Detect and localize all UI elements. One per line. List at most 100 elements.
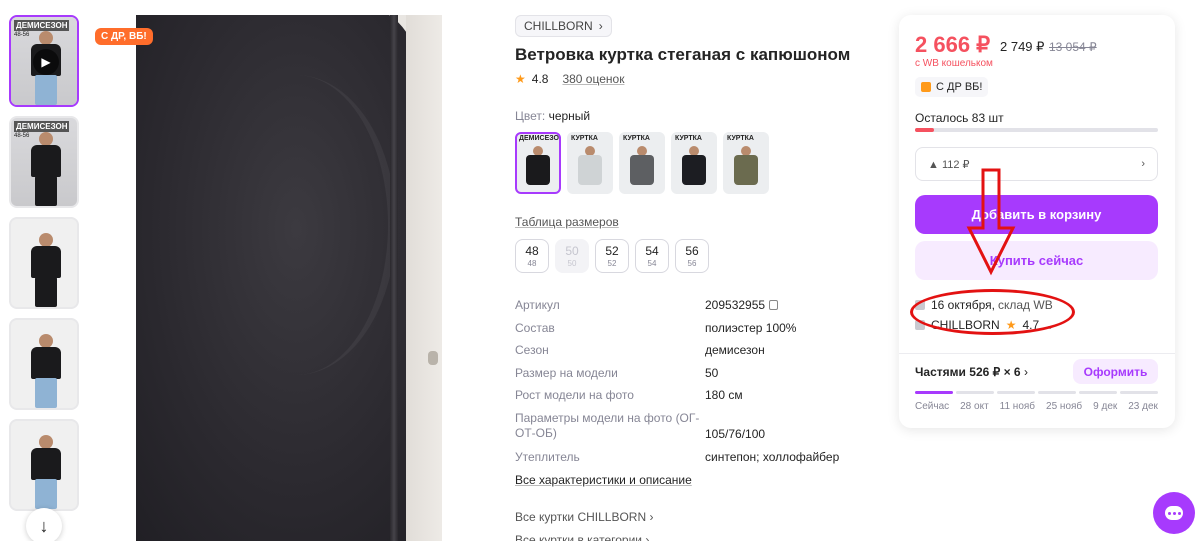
thumbnail-strip: ДЕМИСЕЗОН 48-56 ▶ ДЕМИСЕЗОН 48-56 (9, 15, 81, 520)
thumbnail-tag: ДЕМИСЕЗОН (14, 121, 70, 132)
size-ru: 48 (527, 259, 537, 268)
star-icon: ★ (515, 72, 526, 86)
model-figure (29, 435, 63, 509)
thumbnail[interactable] (9, 318, 79, 410)
spec-key: Рост модели на фото (515, 388, 634, 402)
rating-value: 4.8 (531, 72, 549, 86)
price-alt: 2 749 ₽ (1000, 39, 1045, 54)
swatch-tag: ДЕМИСЕЗОН (519, 135, 561, 142)
thumbnail[interactable] (9, 217, 79, 309)
spec-row: Сезон демисезон (515, 343, 855, 366)
size-ru: 54 (647, 259, 657, 268)
model-figure (29, 334, 63, 408)
size-option[interactable]: 56 56 (675, 239, 709, 273)
size-option[interactable]: 52 52 (595, 239, 629, 273)
thumbnail-video[interactable]: ДЕМИСЕЗОН 48-56 ▶ (9, 15, 79, 107)
thumbnail-sub: 48-56 (14, 133, 30, 139)
spec-row: Параметры модели на фото (ОГ-ОТ-ОБ) 105/… (515, 411, 855, 450)
thumbnail[interactable]: ДЕМИСЕЗОН 48-56 (9, 116, 79, 208)
arrow-down-icon[interactable]: ↓ (26, 508, 62, 541)
chat-button[interactable] (1153, 492, 1195, 534)
size-number: 50 (565, 244, 579, 258)
installments-dates: Сейчас 28 окт 11 нояб 25 нояб 9 дек 23 дек (915, 401, 1158, 412)
spec-value: синтепон; холлофайбер (705, 449, 840, 464)
spec-value: полиэстер 100% (705, 320, 797, 335)
product-page: ДЕМИСЕЗОН 48-56 ▶ ДЕМИСЕЗОН 48-56 ↓ С ДР… (0, 0, 1200, 541)
color-value: черный (548, 109, 591, 123)
thumbnail[interactable] (9, 419, 79, 511)
size-option[interactable]: 48 48 (515, 239, 549, 273)
annotation-highlight (910, 289, 1075, 335)
product-title: Ветровка куртка стеганая с капюшоном (515, 45, 851, 64)
stock-bar-fill (915, 128, 935, 132)
main-product-photo[interactable] (136, 15, 442, 541)
color-swatch[interactable]: КУРТКА (567, 132, 613, 194)
spec-value: демисезон (705, 343, 765, 357)
brand-name: CHILLBORN (524, 19, 593, 33)
thumbnail-tag: ДЕМИСЕЗОН (14, 20, 70, 31)
spec-row: Состав полиэстер 100% (515, 321, 855, 344)
spec-row: Размер на модели 50 (515, 366, 855, 389)
all-brand-link[interactable]: Все куртки CHILLBORN › (515, 510, 653, 524)
all-specs-link[interactable]: Все характеристики и описание (515, 473, 692, 487)
spec-key: Размер на модели (515, 365, 618, 380)
promo-chip[interactable]: С ДР ВБ! (915, 77, 989, 97)
all-category-link[interactable]: Все куртки в категории › (515, 533, 649, 541)
size-ru: 56 (687, 259, 697, 268)
color-swatch[interactable]: КУРТКА (619, 132, 665, 194)
installments-steps (915, 391, 1158, 394)
size-ru: 52 (607, 259, 617, 268)
swatch-tag: КУРТКА (571, 135, 598, 142)
buy-panel: 2 666 ₽ 2 749 ₽ 13 054 ₽ с WB кошельком … (899, 15, 1175, 428)
annotation-arrow (966, 168, 1016, 276)
spec-value: 209532955 (705, 298, 779, 313)
reviews-link[interactable]: 380 оценок (562, 72, 624, 86)
color-swatch[interactable]: ДЕМИСЕЗОН (515, 132, 561, 194)
rating: ★ 4.8 380 оценок (515, 72, 624, 86)
gift-icon (921, 82, 931, 92)
size-number: 52 (605, 244, 619, 258)
size-number: 56 (685, 244, 699, 258)
color-label: Цвет: черный (515, 109, 591, 123)
buy-now-button[interactable]: Купить сейчас (915, 241, 1158, 280)
copy-icon[interactable] (769, 300, 779, 310)
spec-key: Артикул (515, 298, 560, 312)
model-figure (29, 132, 63, 206)
thumbnail-sub: 48-56 (14, 32, 30, 38)
size-option[interactable]: 50 50 (555, 239, 589, 273)
chat-icon (1165, 506, 1183, 520)
add-to-cart-button[interactable]: Добавить в корзину (915, 195, 1158, 234)
color-swatch[interactable]: КУРТКА (723, 132, 769, 194)
brand-link[interactable]: CHILLBORN › (515, 15, 612, 37)
triangle-icon: ▲ (928, 158, 939, 171)
chevron-right-icon: › (598, 19, 603, 33)
divider (899, 353, 1175, 354)
promo-badge: С ДР, ВБ! (95, 28, 153, 45)
spec-key: Параметры модели на фото (ОГ-ОТ-ОБ) (515, 410, 700, 440)
color-swatch[interactable]: КУРТКА (671, 132, 717, 194)
wallet-note: с WB кошельком (915, 58, 993, 69)
play-icon[interactable]: ▶ (33, 49, 59, 75)
installments: Частями 526 ₽ × 6 › (915, 365, 1028, 379)
points-row[interactable]: ▲ 112 ₽ › (915, 147, 1158, 181)
checkout-installments-button[interactable]: Оформить (1073, 359, 1158, 384)
size-selector: 48 48 50 50 52 52 54 54 56 56 (515, 239, 709, 273)
stock-bar (915, 128, 1158, 132)
swatch-tag: КУРТКА (623, 135, 650, 142)
stock-left: Осталось 83 шт (915, 111, 1004, 125)
size-option[interactable]: 54 54 (635, 239, 669, 273)
color-swatches: ДЕМИСЕЗОН КУРТКА КУРТКА КУРТКА КУРТКА (515, 132, 769, 194)
spec-row: Утеплитель синтепон; холлофайбер (515, 450, 855, 473)
swatch-tag: КУРТКА (727, 135, 754, 142)
size-table-link[interactable]: Таблица размеров (515, 215, 619, 229)
spec-key: Утеплитель (515, 449, 580, 464)
spec-row: Рост модели на фото 180 см (515, 388, 855, 411)
spec-value: 180 см (705, 388, 743, 402)
specs-table: Артикул 209532955 Состав полиэстер 100% … (515, 298, 855, 472)
size-number: 54 (645, 244, 659, 258)
model-figure (29, 233, 63, 307)
spec-row: Артикул 209532955 (515, 298, 855, 321)
price-old: 13 054 ₽ (1049, 40, 1097, 54)
size-number: 48 (525, 244, 539, 258)
chevron-right-icon: › (1023, 365, 1028, 379)
